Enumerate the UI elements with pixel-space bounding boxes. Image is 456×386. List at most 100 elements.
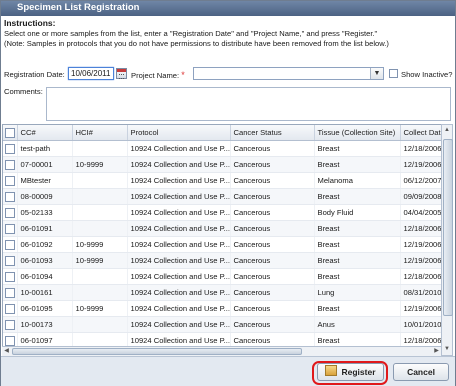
cell-cancer-status: Cancerous <box>230 140 315 157</box>
cell-tissue: Breast <box>314 268 401 285</box>
column-header-protocol[interactable]: Protocol <box>127 125 231 141</box>
cell-hci <box>72 316 128 333</box>
row-checkbox[interactable] <box>3 316 18 333</box>
cell-tissue: Breast <box>314 220 401 237</box>
table-row[interactable]: 06-01094 10924 Collection and Use P... Can… <box>3 268 442 285</box>
cell-collect-date: 12/19/2006 <box>400 236 442 253</box>
table-row[interactable]: 10-00161 10924 Collection and Use P... Can… <box>3 284 442 301</box>
comments-textarea[interactable] <box>46 87 451 121</box>
cell-cc: 08-00009 <box>17 188 73 205</box>
cell-tissue: Breast <box>314 236 401 253</box>
column-header-collect-date[interactable]: Collect Dat <box>400 125 442 141</box>
project-name-label: Project Name: * <box>131 70 185 80</box>
cell-cancer-status: Cancerous <box>230 220 315 237</box>
table-row[interactable]: test-path 10924 Collection and Use P... Ca… <box>3 140 442 157</box>
chevron-down-icon[interactable]: ▼ <box>370 68 383 79</box>
horizontal-scrollbar[interactable]: ◀ ▶ <box>2 346 441 356</box>
grid-header-row: CC# HCI# Protocol Cancer Status Tissue (… <box>3 125 442 141</box>
table-row[interactable]: 06-01091 10924 Collection and Use P... Can… <box>3 220 442 237</box>
cell-cc: 05-02133 <box>17 204 73 221</box>
row-checkbox[interactable] <box>3 268 18 285</box>
row-checkbox[interactable] <box>3 236 18 253</box>
cell-collect-date: 12/19/2006 <box>400 252 442 269</box>
cell-protocol: 10924 Collection and Use P... <box>127 188 231 205</box>
cell-hci <box>72 220 128 237</box>
cell-cancer-status: Cancerous <box>230 188 315 205</box>
cell-cancer-status: Cancerous <box>230 252 315 269</box>
scroll-right-icon[interactable]: ▶ <box>432 347 441 356</box>
row-checkbox[interactable] <box>3 172 18 189</box>
calendar-icon[interactable] <box>116 68 127 79</box>
cell-tissue: Breast <box>314 252 401 269</box>
row-checkbox[interactable] <box>3 188 18 205</box>
column-header-hci[interactable]: HCI# <box>72 125 128 141</box>
registration-date-field[interactable]: 10/06/2011 <box>68 67 114 80</box>
specimen-grid: CC# HCI# Protocol Cancer Status Tissue (… <box>2 124 443 358</box>
column-header-tissue[interactable]: Tissue (Collection Site) <box>314 125 401 141</box>
cell-cc: test-path <box>17 140 73 157</box>
cell-cancer-status: Cancerous <box>230 236 315 253</box>
registration-date-label: Registration Date: <box>4 70 65 79</box>
cell-protocol: 10924 Collection and Use P... <box>127 172 231 189</box>
cell-cc: 07-00001 <box>17 156 73 173</box>
cell-collect-date: 10/01/2010 <box>400 316 442 333</box>
cell-cancer-status: Cancerous <box>230 172 315 189</box>
cell-protocol: 10924 Collection and Use P... <box>127 252 231 269</box>
required-marker: * <box>181 70 185 80</box>
table-row[interactable]: 10-00173 10924 Collection and Use P... Can… <box>3 316 442 333</box>
scroll-left-icon[interactable]: ◀ <box>2 347 11 356</box>
cell-tissue: Breast <box>314 300 401 317</box>
cell-protocol: 10924 Collection and Use P... <box>127 236 231 253</box>
cell-protocol: 10924 Collection and Use P... <box>127 220 231 237</box>
table-row[interactable]: 05-02133 10924 Collection and Use P... Can… <box>3 204 442 221</box>
table-row[interactable]: 06-01093 10-9999 10924 Collection and Use … <box>3 252 442 269</box>
cell-tissue: Melanoma <box>314 172 401 189</box>
cell-cancer-status: Cancerous <box>230 204 315 221</box>
column-header-cancer-status[interactable]: Cancer Status <box>230 125 315 141</box>
cell-collect-date: 09/09/2008 <box>400 188 442 205</box>
cell-hci: 10-9999 <box>72 156 128 173</box>
cell-protocol: 10924 Collection and Use P... <box>127 268 231 285</box>
cell-cancer-status: Cancerous <box>230 284 315 301</box>
select-all-checkbox[interactable] <box>3 125 18 141</box>
cell-hci <box>72 204 128 221</box>
cell-protocol: 10924 Collection and Use P... <box>127 300 231 317</box>
row-checkbox[interactable] <box>3 284 18 301</box>
window-title: Specimen List Registration <box>17 2 140 13</box>
dialog-window: Specimen List Registration Instructions:… <box>0 0 456 386</box>
column-header-cc[interactable]: CC# <box>17 125 73 141</box>
table-row[interactable]: 06-01092 10-9999 10924 Collection and Use … <box>3 236 442 253</box>
cell-cancer-status: Cancerous <box>230 300 315 317</box>
row-checkbox[interactable] <box>3 156 18 173</box>
vertical-scrollbar[interactable]: ▲ ▼ <box>441 124 453 356</box>
cell-cc: 06-01091 <box>17 220 73 237</box>
instructions-line-2: (Note: Samples in protocols that you do … <box>4 39 389 48</box>
show-inactive-checkbox[interactable] <box>389 69 398 78</box>
table-row[interactable]: MBtester 10924 Collection and Use P... Can… <box>3 172 442 189</box>
cell-hci <box>72 268 128 285</box>
scroll-down-icon[interactable]: ▼ <box>442 344 452 355</box>
horizontal-scroll-thumb[interactable] <box>12 348 302 355</box>
cell-cancer-status: Cancerous <box>230 268 315 285</box>
cell-tissue: Lung <box>314 284 401 301</box>
vertical-scroll-thumb[interactable] <box>443 139 453 316</box>
row-checkbox[interactable] <box>3 220 18 237</box>
row-checkbox[interactable] <box>3 140 18 157</box>
table-row[interactable]: 06-01095 10-9999 10924 Collection and Use … <box>3 300 442 317</box>
cancel-button[interactable]: Cancel <box>393 363 449 381</box>
row-checkbox[interactable] <box>3 252 18 269</box>
cell-hci <box>72 140 128 157</box>
table-row[interactable]: 07-00001 10-9999 10924 Collection and Use … <box>3 156 442 173</box>
cell-tissue: Breast <box>314 156 401 173</box>
cell-tissue: Breast <box>314 188 401 205</box>
cell-protocol: 10924 Collection and Use P... <box>127 204 231 221</box>
scroll-up-icon[interactable]: ▲ <box>442 125 452 136</box>
title-bar[interactable]: Specimen List Registration <box>1 1 455 16</box>
cell-protocol: 10924 Collection and Use P... <box>127 284 231 301</box>
project-name-select[interactable]: ▼ <box>193 67 384 80</box>
cell-collect-date: 12/19/2006 <box>400 300 442 317</box>
comments-label: Comments: <box>4 87 43 96</box>
table-row[interactable]: 08-00009 10924 Collection and Use P... Can… <box>3 188 442 205</box>
row-checkbox[interactable] <box>3 300 18 317</box>
row-checkbox[interactable] <box>3 204 18 221</box>
